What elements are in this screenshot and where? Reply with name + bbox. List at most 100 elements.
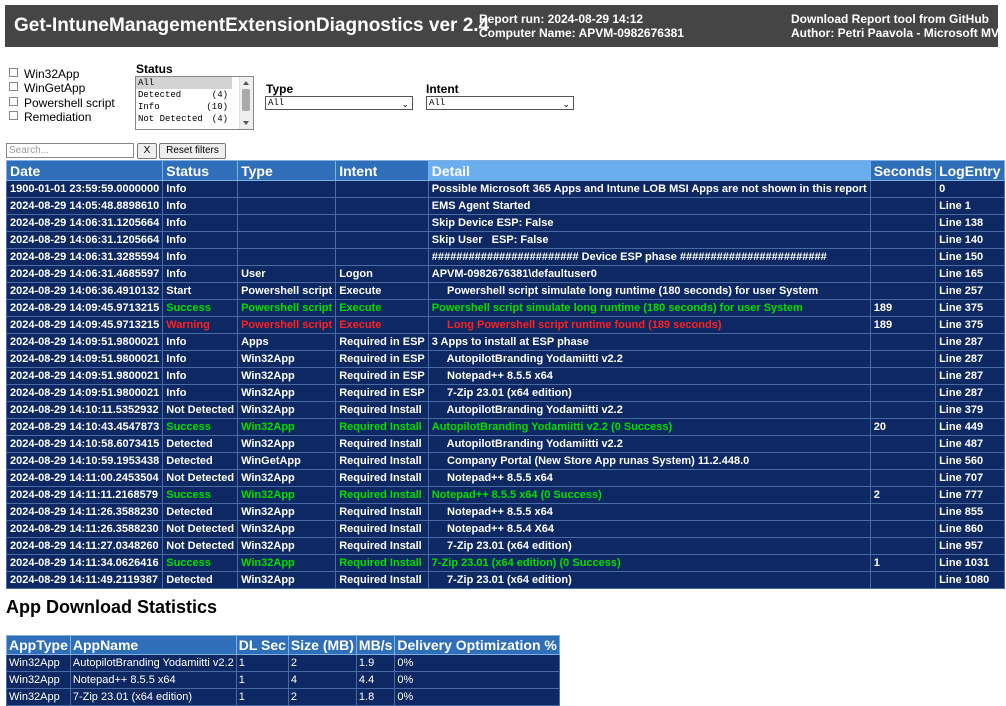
reset-filters-button[interactable]: Reset filters	[159, 143, 226, 159]
status-option-info[interactable]: Info (10)	[136, 101, 232, 113]
table-row[interactable]: 2024-08-29 14:11:27.0348260 Not Detected W…	[5, 537, 1005, 555]
table-row[interactable]: 2024-08-29 14:09:51.9800021 Info Win32App R…	[5, 350, 1005, 368]
table-row[interactable]: 2024-08-29 14:11:00.2453504 Not Detected W…	[5, 469, 1005, 487]
date-cell: 2024-08-29 14:11:11.2168579	[5, 486, 164, 504]
report-meta: Report run: 2024-08-29 14:12 Computer Na…	[479, 12, 684, 40]
status-cell: Start	[162, 282, 239, 300]
checkbox-box[interactable]	[9, 111, 18, 120]
wingetapp-checkbox[interactable]: WinGetApp	[9, 81, 85, 95]
checkbox-box[interactable]	[9, 68, 18, 77]
type-cell: Powershell script	[237, 282, 337, 300]
powershell-script-checkbox[interactable]: Powershell script	[9, 96, 115, 110]
status-option-detected[interactable]: Detected (4)	[136, 89, 232, 101]
stats-table-header: AppType AppName DL Sec Size (MB) MB/s De…	[6, 635, 560, 655]
download-link[interactable]: Download Report tool from GitHub	[791, 12, 1006, 26]
table-row[interactable]: 2024-08-29 14:09:51.9800021 Info Win32App R…	[5, 367, 1005, 385]
status-cell: Info	[162, 248, 239, 266]
detail-cell: Notepad++ 8.5.5 x64	[427, 503, 871, 521]
table-row[interactable]: 2024-08-29 14:11:11.2168579 Success Win32A…	[5, 486, 1005, 504]
detail-cell: ######################## Device ESP phas…	[427, 248, 871, 266]
intent-cell	[335, 197, 429, 215]
status-cell: Info	[162, 214, 239, 232]
intent-cell: Logon	[335, 265, 429, 283]
column-header-detail[interactable]: Detail	[427, 160, 871, 181]
column-header-type[interactable]: Type	[237, 160, 337, 181]
intent-select[interactable]: All ⌄	[426, 96, 574, 110]
column-header-date[interactable]: Date	[5, 160, 164, 181]
logentry-cell: Line 379	[935, 401, 1005, 419]
table-row[interactable]: 2024-08-29 14:11:26.3588230 Not Detected W…	[5, 520, 1005, 538]
appname-cell: AutopilotBranding Yodamiitti v2.2	[69, 654, 237, 672]
table-row[interactable]: 2024-08-29 14:11:49.2119387 Detected Win32…	[5, 571, 1005, 589]
date-cell: 2024-08-29 14:11:34.0626416	[5, 554, 164, 572]
status-listbox[interactable]: All Detected (4) Info (10) Not Detected (4)	[135, 76, 254, 130]
scroll-down-icon[interactable]	[243, 121, 249, 125]
table-row[interactable]: 1900-01-01 23:59:59.0000000 Info Possible …	[5, 180, 1005, 198]
table-row[interactable]: 2024-08-29 14:11:34.0626416 Success Win32A…	[5, 554, 1005, 572]
option-label: Not Detected	[138, 114, 203, 124]
table-row[interactable]: 2024-08-29 14:09:51.9800021 Info Apps Requi…	[5, 333, 1005, 351]
seconds-cell	[869, 180, 937, 198]
table-row[interactable]: 2024-08-29 14:10:58.6073415 Detected Win32…	[5, 435, 1005, 453]
option-label: Detected	[138, 90, 182, 100]
logentry-cell: Line 1031	[935, 554, 1005, 572]
win32app-checkbox[interactable]: Win32App	[9, 67, 79, 81]
detail-cell: Notepad++ 8.5.5 x64	[427, 469, 871, 487]
type-select[interactable]: All ⌄	[265, 96, 413, 110]
dl-sec-cell: 1	[235, 671, 289, 689]
intent-cell: Required Install	[335, 503, 429, 521]
table-row[interactable]: 2024-08-29 14:06:31.4685597 Info User Logon…	[5, 265, 1005, 283]
listbox-scrollbar[interactable]	[239, 77, 253, 129]
column-header-logentry[interactable]: LogEntry	[935, 160, 1005, 181]
table-row[interactable]: 2024-08-29 14:09:45.9713215 Success Powers…	[5, 299, 1005, 317]
status-cell: Success	[162, 418, 239, 436]
logentry-cell: Line 957	[935, 537, 1005, 555]
checkbox-box[interactable]	[9, 97, 18, 106]
status-option-all[interactable]: All	[136, 77, 232, 89]
seconds-cell	[869, 214, 937, 232]
table-row[interactable]: 2024-08-29 14:06:36.4910132 Start Powershe…	[5, 282, 1005, 300]
seconds-cell	[869, 197, 937, 215]
logentry-cell: Line 150	[935, 248, 1005, 266]
remediation-checkbox[interactable]: Remediation	[9, 110, 91, 124]
date-cell: 2024-08-29 14:09:45.9713215	[5, 316, 164, 334]
report-title: Get-IntuneManagementExtensionDiagnostics…	[14, 15, 490, 36]
logentry-cell: Line 257	[935, 282, 1005, 300]
checkbox-label: Remediation	[24, 110, 92, 124]
table-row[interactable]: 2024-08-29 14:10:59.1953438 Detected WinGe…	[5, 452, 1005, 470]
scroll-up-icon[interactable]	[243, 81, 249, 85]
table-row[interactable]: 2024-08-29 14:09:51.9800021 Info Win32App R…	[5, 384, 1005, 402]
status-cell: Info	[162, 265, 239, 283]
column-header-seconds[interactable]: Seconds	[869, 160, 937, 181]
logentry-cell: Line 1080	[935, 571, 1005, 589]
table-row[interactable]: 2024-08-29 14:06:31.3285594 Info #########…	[5, 248, 1005, 266]
table-row[interactable]: 2024-08-29 14:06:31.1205664 Info Skip User…	[5, 231, 1005, 249]
seconds-cell: 20	[869, 418, 937, 436]
date-cell: 2024-08-29 14:10:11.5352932	[5, 401, 164, 419]
column-header-status[interactable]: Status	[162, 160, 239, 181]
intent-filter-label: Intent	[426, 82, 459, 96]
checkbox-box[interactable]	[9, 82, 18, 91]
detail-cell: Notepad++ 8.5.5 x64	[427, 367, 871, 385]
report-run: Report run: 2024-08-29 14:12	[479, 12, 644, 26]
date-cell: 2024-08-29 14:06:31.1205664	[5, 231, 164, 249]
table-row[interactable]: 2024-08-29 14:10:43.4547873 Success Win32A…	[5, 418, 1005, 436]
delivery-optimization-cell: 0%	[394, 688, 560, 706]
status-option-not-detected[interactable]: Not Detected (4)	[136, 113, 232, 125]
table-row[interactable]: 2024-08-29 14:10:11.5352932 Not Detected W…	[5, 401, 1005, 419]
scroll-thumb[interactable]	[242, 89, 250, 111]
table-row[interactable]: 2024-08-29 14:11:26.3588230 Detected Win32…	[5, 503, 1005, 521]
intent-cell: Required in ESP	[335, 333, 429, 351]
intent-cell: Execute	[335, 299, 429, 317]
search-input[interactable]: Search...	[6, 143, 134, 158]
clear-search-button[interactable]: X	[137, 143, 157, 159]
table-row[interactable]: 2024-08-29 14:09:45.9713215 Warning Powers…	[5, 316, 1005, 334]
logentry-cell: 0	[935, 180, 1005, 198]
logentry-cell: Line 860	[935, 520, 1005, 538]
type-cell	[237, 180, 337, 198]
status-cell: Not Detected	[162, 520, 239, 538]
report-header: Get-IntuneManagementExtensionDiagnostics…	[5, 5, 1006, 47]
table-row[interactable]: 2024-08-29 14:05:48.8898610 Info EMS Agent…	[5, 197, 1005, 215]
table-row[interactable]: 2024-08-29 14:06:31.1205664 Info Skip Devi…	[5, 214, 1005, 232]
column-header-intent[interactable]: Intent	[335, 160, 429, 181]
